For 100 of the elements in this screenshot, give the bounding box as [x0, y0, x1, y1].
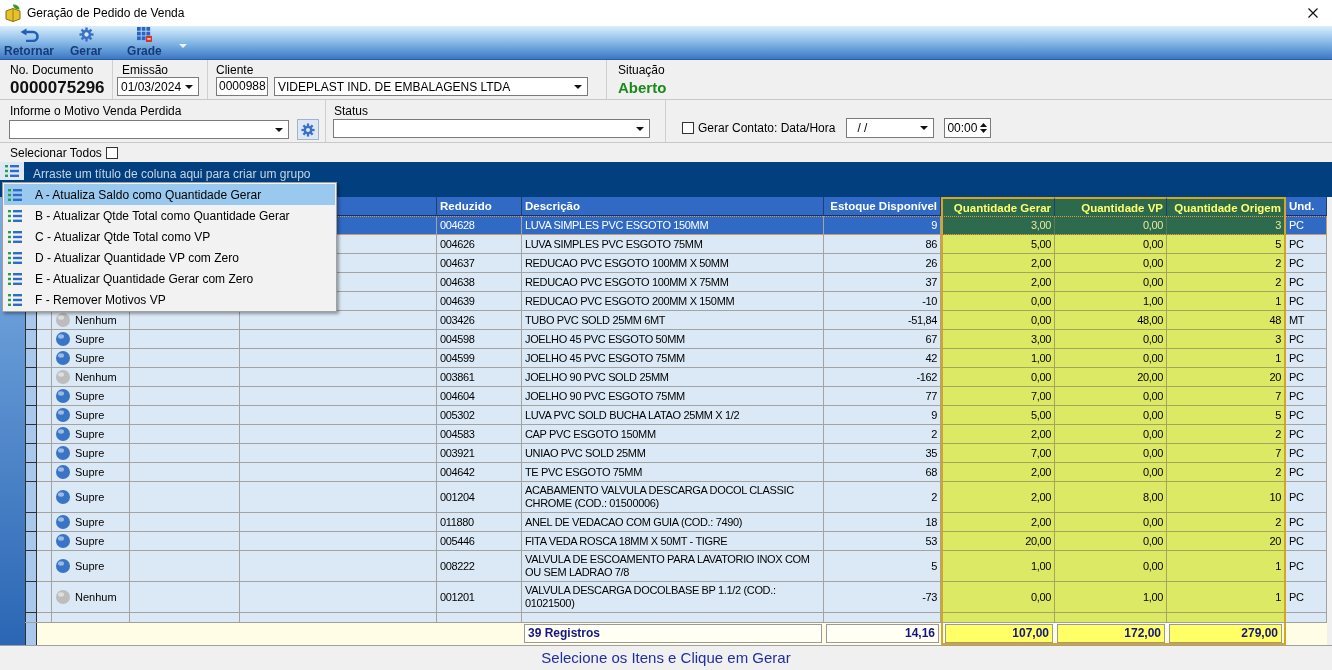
table-row[interactable]: Nenhum 001201 VALVULA DESCARGA DOCOLBASE BP 1.1/2 (COD.: 01021500) -73 0,00 1,00 1 PC	[25, 582, 1327, 613]
row-indicator[interactable]	[25, 349, 37, 368]
table-row[interactable]: Supre 001204 ACABAMENTO VALVULA DESCARGA DOCOL CLASSIC CHROME (COD.: 01500006) 2 2,00 8,00 10 PC	[25, 482, 1327, 513]
settings-button[interactable]	[297, 119, 319, 140]
table-cell: 5,00	[941, 235, 1055, 254]
table-cell: 2,00	[941, 513, 1055, 532]
table-cell: 0,00	[1055, 235, 1167, 254]
status-label: Supre	[75, 515, 105, 529]
table-cell: 3	[1167, 216, 1286, 235]
time-field[interactable]: 00:00	[944, 118, 992, 138]
status-label: Supre	[75, 408, 105, 422]
field-label: No. Documento	[10, 63, 94, 77]
column-header[interactable]: Quantidade Origem	[1167, 197, 1286, 217]
toolbar-button[interactable]: Gerar	[68, 26, 105, 59]
table-cell: 0,00	[1055, 387, 1167, 406]
row-indicator[interactable]	[25, 482, 37, 513]
table-cell: 20,00	[1055, 368, 1167, 387]
table-cell: 0,00	[1055, 273, 1167, 292]
table-row[interactable]: Supre 004599 JOELHO 45 PVC ESGOTO 75MM 42 1,00 0,00 1 PC	[25, 349, 1327, 368]
table-row[interactable]: Nenhum 003426 TUBO PVC SOLD 25MM 6MT -51,84 0,00 48,00 48 MT	[25, 311, 1327, 330]
table-row[interactable]: Supre 005446 FITA VEDA ROSCA 18MM X 50MT - TIGRE 53 20,00 0,00 20 PC	[25, 532, 1327, 551]
row-indicator[interactable]	[25, 425, 37, 444]
date-combobox[interactable]: / /	[846, 118, 935, 138]
column-header[interactable]: Quantidade Gerar	[941, 197, 1055, 217]
gear-icon	[301, 122, 315, 137]
table-row[interactable]: Supre 004598 JOELHO 45 PVC ESGOTO 50MM 67 3,00 0,00 3 PC	[25, 330, 1327, 349]
table-cell: 0,00	[1055, 216, 1167, 235]
table-cell: 0,00	[1055, 444, 1167, 463]
status-label: Supre	[75, 490, 105, 504]
table-cell: 1	[1167, 349, 1286, 368]
table-cell: 0,00	[1055, 551, 1167, 582]
input-field[interactable]: 0000988	[216, 77, 268, 96]
table-cell: 1,00	[941, 349, 1055, 368]
table-cell: 2	[1167, 273, 1286, 292]
table-row[interactable]: Nenhum 003861 JOELHO 90 PVC SOLD 25MM -162 0,00 20,00 20 PC	[25, 368, 1327, 387]
row-indicator[interactable]	[25, 368, 37, 387]
client-combobox[interactable]: VIDEPLAST IND. DE EMBALAGENS LTDA	[274, 77, 588, 96]
record-count: 39 Registros	[524, 624, 822, 643]
table-cell: 0,00	[1055, 330, 1167, 349]
contact-checkbox[interactable]	[682, 122, 694, 134]
footer-total: 107,00	[945, 624, 1053, 643]
column-header[interactable]: Quantidade VP	[1055, 197, 1167, 217]
table-cell: 5	[1167, 406, 1286, 425]
table-row[interactable]: Supre 004642 TE PVC ESGOTO 75MM 68 2,00 0,00 2 PC	[25, 463, 1327, 482]
row-indicator[interactable]	[25, 532, 37, 551]
table-cell: 3,00	[941, 330, 1055, 349]
row-indicator[interactable]	[25, 387, 37, 406]
field-label: Emissão	[122, 63, 168, 77]
row-indicator[interactable]	[25, 463, 37, 482]
table-row[interactable]: Supre 003921 UNIAO PVC SOLD 25MM 35 7,00 0,00 7 PC	[25, 444, 1327, 463]
table-cell: 0,00	[1055, 463, 1167, 482]
close-icon	[1308, 8, 1318, 18]
table-row[interactable]: Supre 008222 VALVULA DE ESCOAMENTO PARA LAVATORIO INOX COM OU SEM LADRAO 7/8 5 1,00 0,00 1 PC	[25, 551, 1327, 582]
table-row[interactable]: Supre 011880 ANEL DE VEDACAO COM GUIA (COD.: 7490) 18 2,00 0,00 2 PC	[25, 513, 1327, 532]
row-indicator[interactable]	[25, 406, 37, 425]
table-cell: 2	[1167, 513, 1286, 532]
table-row[interactable]: Supre 005302 LUVA PVC SOLD BUCHA LATAO 25MM X 1/2 9 5,00 0,00 5 PC	[25, 406, 1327, 425]
toolbar-button[interactable]: Grade	[125, 26, 164, 59]
table-cell: 0,00	[941, 368, 1055, 387]
table-cell: 7	[1167, 387, 1286, 406]
row-indicator[interactable]	[25, 513, 37, 532]
row-indicator[interactable]	[25, 551, 37, 582]
toolbar-dropdown-button[interactable]	[177, 41, 188, 50]
table-cell: 5,00	[941, 406, 1055, 425]
status-label: Supre	[75, 389, 105, 403]
footer-total: 172,00	[1057, 624, 1165, 643]
status-label: Supre	[75, 559, 105, 573]
status-label: Nenhum	[75, 370, 117, 384]
table-cell: 1,00	[1055, 582, 1167, 613]
row-indicator[interactable]	[25, 444, 37, 463]
table-cell: 0,00	[1055, 513, 1167, 532]
table-cell: 1	[1167, 551, 1286, 582]
table-cell: 0,00	[941, 582, 1055, 613]
footer-total: 14,16	[826, 624, 939, 643]
row-indicator[interactable]	[25, 582, 37, 613]
status-combobox[interactable]	[333, 119, 650, 138]
status-label: Supre	[75, 465, 105, 479]
table-row[interactable]: Supre 004583 CAP PVC ESGOTO 150MM 2 2,00 0,00 2 PC	[25, 425, 1327, 444]
menu-button[interactable]	[0, 162, 24, 180]
table-cell: 3	[1167, 330, 1286, 349]
status-label: Nenhum	[75, 313, 117, 327]
document-number: 0000075296	[10, 78, 105, 98]
footer-total: 279,00	[1169, 624, 1282, 643]
table-cell: 2,00	[941, 254, 1055, 273]
caret-icon	[185, 84, 193, 89]
date-combobox[interactable]: 01/03/2024	[117, 77, 199, 96]
status-label: Nenhum	[75, 590, 117, 604]
caret-icon	[920, 126, 929, 130]
checkbox-label: Selecionar Todos	[10, 145, 102, 160]
reason-combobox[interactable]	[9, 120, 289, 139]
status-label: Supre	[75, 427, 105, 441]
table-row[interactable]: Supre 004604 JOELHO 90 PVC ESGOTO 75MM 77 7,00 0,00 7 PC	[25, 387, 1327, 406]
select-all-checkbox[interactable]	[105, 146, 118, 159]
table-cell: 7,00	[941, 444, 1055, 463]
row-indicator[interactable]	[25, 330, 37, 349]
list-icon	[8, 251, 22, 264]
table-cell: 8,00	[1055, 482, 1167, 513]
toolbar-button[interactable]: Retornar	[2, 26, 56, 59]
menu-item[interactable]: A - Atualiza Saldo como Quantidade Gerar	[4, 184, 335, 205]
table-cell: 0,00	[1055, 532, 1167, 551]
